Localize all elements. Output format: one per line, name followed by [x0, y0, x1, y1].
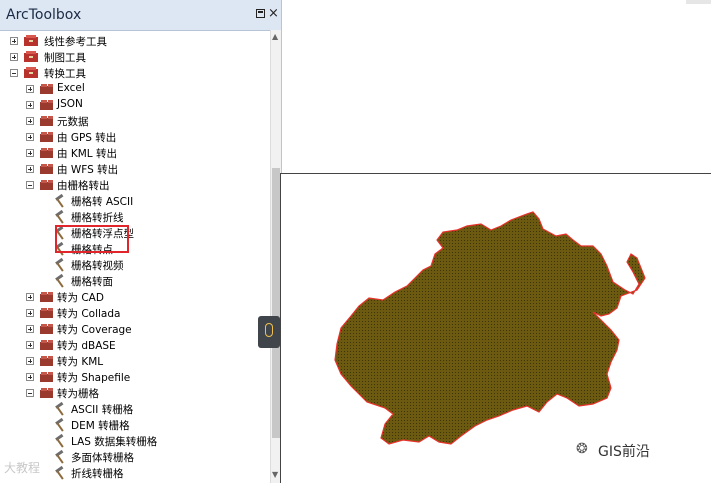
toolset-icon: [40, 132, 53, 142]
tree-item-label: 转为栅格: [57, 388, 99, 400]
expand-icon[interactable]: [26, 85, 34, 93]
toolset-icon: [40, 324, 53, 334]
tree-item-label: 元数据: [57, 116, 89, 128]
toolset-icon: [40, 100, 53, 110]
tool-label: 栅格转 ASCII: [71, 196, 134, 208]
panel-toggle-button[interactable]: [258, 316, 280, 348]
hammer-icon: [55, 402, 64, 416]
toolset-icon: [40, 180, 53, 190]
toolbox-icon: [24, 67, 38, 78]
hammer-icon: [55, 274, 64, 288]
tree-item-label: 转为 KML: [57, 356, 104, 368]
expand-icon[interactable]: [26, 357, 34, 365]
mouse-icon: [265, 323, 273, 337]
toolset-icon: [40, 84, 53, 94]
panel-title: ArcToolbox: [6, 7, 82, 23]
highlight-box: [55, 225, 129, 253]
expand-icon[interactable]: [10, 53, 18, 61]
map-canvas: [334, 211, 646, 445]
arctoolbox-panel: ArcToolbox × 线性参考工具 制图工具 转换工具 Excel JSON…: [0, 0, 282, 483]
arctoolbox-titlebar: ArcToolbox ×: [0, 0, 281, 31]
expand-icon[interactable]: [26, 165, 34, 173]
toolset-icon: [40, 116, 53, 126]
toolbox-icon: [24, 35, 38, 46]
toolset-icon: [40, 356, 53, 366]
collapse-icon[interactable]: [10, 69, 18, 77]
hammer-icon: [55, 258, 64, 272]
toolset-icon: [40, 308, 53, 318]
expand-icon[interactable]: [26, 117, 34, 125]
tree-item-label: 转为 dBASE: [57, 340, 116, 352]
close-icon[interactable]: ×: [268, 6, 279, 21]
toolset-icon: [40, 148, 53, 158]
hammer-icon: [55, 434, 64, 448]
scroll-down-icon[interactable]: ▼: [272, 470, 278, 479]
toolset-icon: [40, 292, 53, 302]
toolbox-icon: [24, 51, 38, 62]
corner-watermark: 大教程: [4, 461, 41, 475]
tree-item-label: 线性参考工具: [44, 36, 107, 48]
tree-item-label: 转为 Shapefile: [57, 372, 131, 384]
hammer-icon: [55, 210, 64, 224]
expand-icon[interactable]: [26, 149, 34, 157]
tool-label: 栅格转视频: [71, 260, 124, 272]
expand-icon[interactable]: [26, 101, 34, 109]
expand-icon[interactable]: [26, 133, 34, 141]
tree-item-label: JSON: [57, 98, 83, 110]
expand-icon[interactable]: [26, 309, 34, 317]
tool-label: 多面体转栅格: [71, 452, 134, 464]
collapse-icon[interactable]: [26, 389, 34, 397]
tree-item-label: 由 KML 转出: [57, 148, 117, 160]
tool-label: 栅格转面: [71, 276, 113, 288]
collapse-icon[interactable]: [26, 181, 34, 189]
toolset-icon: [40, 340, 53, 350]
tree-item-label: 转为 Collada: [57, 308, 121, 320]
tool-label: LAS 数据集转栅格: [71, 436, 158, 448]
tree-item-label: Excel: [57, 82, 85, 94]
corner-strip: [686, 0, 711, 4]
tool-label: 栅格转折线: [71, 212, 124, 224]
expand-icon[interactable]: [26, 325, 34, 333]
watermark-text: GIS前沿: [598, 444, 650, 460]
auto-hide-pin-icon[interactable]: [256, 9, 265, 18]
tree-item-label: 转为 Coverage: [57, 324, 132, 336]
scroll-up-icon[interactable]: ▲: [272, 32, 278, 41]
map-view[interactable]: [280, 173, 711, 483]
hammer-icon: [55, 194, 64, 208]
tool-label: ASCII 转栅格: [71, 404, 134, 416]
wechat-icon: ❂: [576, 441, 588, 457]
tree-item-label: 由 WFS 转出: [57, 164, 119, 176]
tree-item-label: 由 GPS 转出: [57, 132, 117, 144]
raster-point-region: [334, 211, 646, 445]
toolset-icon: [40, 372, 53, 382]
toolset-icon: [40, 388, 53, 398]
expand-icon[interactable]: [26, 341, 34, 349]
expand-icon[interactable]: [26, 293, 34, 301]
toolbox-tree: 线性参考工具 制图工具 转换工具 Excel JSON 元数据 由 GPS 转出…: [0, 30, 270, 483]
hammer-icon: [55, 450, 64, 464]
hammer-icon: [55, 418, 64, 432]
expand-icon[interactable]: [10, 37, 18, 45]
tree-item-label: 转为 CAD: [57, 292, 104, 304]
tree-item-label: 转换工具: [44, 68, 86, 80]
tool-label: 折线转栅格: [71, 468, 124, 480]
tool-label: DEM 转栅格: [71, 420, 130, 432]
tree-item-label: 由栅格转出: [57, 180, 110, 192]
expand-icon[interactable]: [26, 373, 34, 381]
toolset-icon: [40, 164, 53, 174]
watermark: ❂ GIS前沿: [576, 441, 650, 461]
scrollbar-thumb[interactable]: [272, 168, 280, 438]
tree-item-label: 制图工具: [44, 52, 86, 64]
hammer-icon: [55, 466, 64, 480]
